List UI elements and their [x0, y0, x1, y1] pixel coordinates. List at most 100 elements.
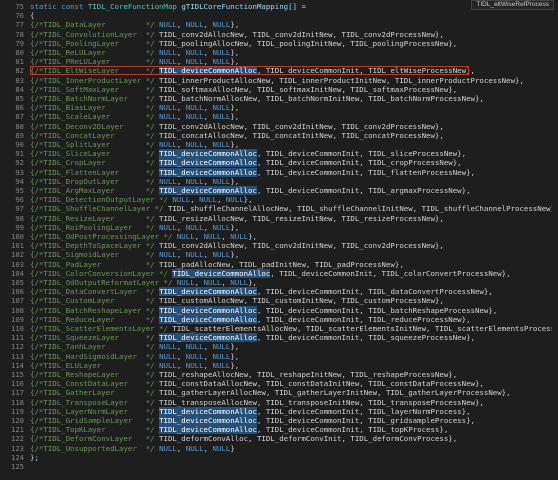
padding: [128, 398, 146, 407]
function-pointers: */ NULL, NULL, NULL},: [145, 360, 240, 370]
function-pointers: */ TIDL_customAllocNew, TIDL_customInitN…: [145, 296, 444, 306]
line-number: 108: [11, 305, 24, 315]
padding: [101, 361, 146, 370]
function-pointers: */ TIDL_conv2dAllocNew, TIDL_conv2dInitN…: [145, 121, 444, 131]
line-number: 90: [15, 140, 24, 149]
function-pointers: */ TIDL_deviceCommonAlloc, TIDL_deviceCo…: [145, 416, 475, 425]
function-pointers: */ NULL, NULL, NULL},: [145, 222, 240, 232]
code-text: {/*TIDL_PadLayer */ TIDL_padAllocNew, TI…: [30, 260, 404, 269]
layer-comment: {/*TIDL_TransposeLayer: [30, 397, 128, 407]
padding: [119, 177, 146, 186]
code-line-layer-entry: 119 {/*TIDL_LayerNormLayer */ TIDL_device…: [0, 406, 558, 416]
code-text: {: [30, 11, 34, 20]
code-editor[interactable]: 75 static const TIDL_CoreFunctionMap gTID…: [0, 0, 558, 480]
code-line-layer-entry: 86 {/*TIDL_BiasLayer */ NULL, NULL, NULL}…: [0, 103, 558, 112]
code-line-layer-entry: 114 {/*TIDL_ELULayer */ NULL, NULL, NULL}…: [0, 361, 558, 370]
padding: [110, 112, 146, 121]
code-text: {/*TIDL_LayerNormLayer */ TIDL_deviceCom…: [30, 406, 471, 416]
function-pointers: */ TIDL_deviceCommonAlloc, TIDL_deviceCo…: [159, 268, 511, 278]
function-pointers: */ TIDL_reshapeAllocNew, TIDL_reshapeIni…: [145, 370, 458, 379]
line-number: 87: [15, 112, 24, 122]
line-number: 78: [15, 29, 24, 39]
padding: [119, 85, 146, 94]
padding: [115, 388, 146, 397]
code-line-layer-entry: 105 {/*TIDL_OdOutputReformatLayer */ NULL…: [0, 278, 558, 287]
code-text: {/*TIDL_DropOutLayer */ NULL, NULL, NULL…: [30, 177, 239, 186]
code-text: {/*TIDL_ReLULayer */ NULL, NULL, NULL},: [30, 48, 239, 57]
code-text: {/*TIDL_GatherLayer */ TIDL_gatherLayerA…: [30, 388, 511, 397]
padding: [119, 370, 146, 379]
vertical-scrollbar[interactable]: [552, 10, 558, 480]
layer-comment: {/*TIDL_DetectionOutputLayer: [30, 195, 155, 205]
padding: [132, 416, 145, 425]
layer-comment: {/*TIDL_BiasLayer: [30, 103, 106, 113]
code-line-layer-entry: 100 {/*TIDL_OdPostProcessingLayer */ NULL…: [0, 232, 558, 241]
code-line-layer-entry: 122 {/*TIDL_DeformConvLayer */ TIDL_defor…: [0, 434, 558, 443]
padding: [115, 214, 146, 223]
function-pointers: */ TIDL_deviceCommonAlloc, TIDL_deviceCo…: [145, 305, 498, 315]
code-line-layer-entry: 104 {/*TIDL_ColorConversionLayer */ TIDL_…: [0, 268, 558, 278]
padding: [132, 223, 145, 232]
layer-comment: {/*TIDL_SplitLayer: [30, 140, 111, 149]
code-text: {/*TIDL_DepthToSpaceLayer */ TIDL_conv2d…: [30, 241, 444, 250]
padding: [110, 140, 146, 149]
line-number: 96: [15, 195, 24, 205]
layer-comment: {/*TIDL_ConvolutionLayer: [30, 29, 137, 39]
padding: [115, 315, 146, 324]
padding: [110, 149, 146, 158]
code-text: {/*TIDL_GridSampleLayer */ TIDL_deviceCo…: [30, 416, 475, 425]
function-pointers: */ TIDL_poolingAllocNew, TIDL_poolingIni…: [145, 38, 458, 48]
layer-comment: {/*TIDL_SqueezeLayer: [30, 333, 119, 343]
code-line-layer-entry: 78 {/*TIDL_ConvolutionLayer */ TIDL_conv2…: [0, 30, 558, 39]
code-text: {/*TIDL_CustomLayer */ TIDL_customAllocN…: [30, 296, 444, 305]
function-pointers: */ TIDL_deviceCommonAlloc, TIDL_deviceCo…: [145, 287, 493, 297]
line-number: 75: [15, 2, 24, 11]
function-pointers: */ TIDL_conv2dAllocNew, TIDL_conv2dInitN…: [145, 29, 444, 39]
function-pointers: */ TIDL_deviceCommonAlloc, TIDL_deviceCo…: [145, 425, 449, 435]
padding: [106, 425, 146, 434]
line-number: 117: [11, 388, 24, 398]
layer-comment: {/*TIDL_HardSigmoidLayer: [30, 351, 137, 361]
line-number: 104: [11, 268, 24, 278]
code-text: {/*TIDL_RoiPoolingLayer */ NULL, NULL, N…: [30, 223, 239, 232]
line-number: 125: [11, 462, 24, 471]
function-pointers: */ TIDL_deformConvAlloc, TIDL_deformConv…: [145, 434, 458, 444]
line-number: 107: [11, 296, 24, 306]
code-text: {/*TIDL_OdOutputReformatLayer */ NULL, N…: [30, 278, 257, 287]
layer-comment: {/*TIDL_GridSampleLayer: [30, 416, 133, 425]
highlighted-word: TIDL_deviceCommonAlloc: [172, 268, 271, 278]
function-pointers: */ TIDL_deviceCommonAlloc, TIDL_deviceCo…: [145, 186, 471, 195]
line-number: 112: [11, 342, 24, 352]
code-text: {/*TIDL_TransposeLayer */ TIDL_transpose…: [30, 398, 484, 407]
close-brace: };: [30, 452, 39, 462]
code-line-layer-entry: 110 {/*TIDL_ScatterElementsLayer */ TIDL_…: [0, 324, 558, 333]
code-line-layer-entry: 96 {/*TIDL_DetectionOutputLayer */ NULL, …: [0, 195, 558, 204]
line-number: 118: [11, 397, 24, 407]
code-line-layer-entry: 94 {/*TIDL_DropOutLayer */ NULL, NULL, NU…: [0, 177, 558, 186]
code-text: {/*TIDL_DetectionOutputLayer */ NULL, NU…: [30, 195, 253, 204]
code-line-open-brace: 76 {: [0, 11, 558, 20]
layer-comment: {/*TIDL_SoftMaxLayer: [30, 84, 119, 94]
code-text: {/*TIDL_CropLayer */ TIDL_deviceCommonAl…: [30, 158, 462, 168]
padding: [137, 352, 146, 361]
line-number: 98: [15, 213, 24, 223]
code-line-layer-entry: 87 {/*TIDL_ScaleLayer */ NULL, NULL, NULL…: [0, 112, 558, 121]
code-text: {/*TIDL_DataConvertLayer */ TIDL_deviceC…: [30, 287, 493, 297]
code-text: {/*TIDL_TanhLayer */ NULL, NULL, NULL},: [30, 342, 239, 351]
code-line-layer-entry: 79 {/*TIDL_PoolingLayer */ TIDL_poolingAl…: [0, 39, 558, 48]
line-number: 86: [15, 103, 24, 113]
code-text: {/*TIDL_ReduceLayer */ TIDL_deviceCommon…: [30, 314, 471, 324]
code-text: {/*TIDL_ConcatLayer */ TIDL_concatAllocN…: [30, 131, 444, 140]
line-number: 83: [15, 75, 24, 85]
line-number: 121: [11, 425, 24, 435]
function-pointers: */ TIDL_shuffleChannelAllocNew, TIDL_shu…: [154, 204, 558, 214]
line-number: 94: [15, 176, 24, 186]
line-number: 116: [11, 379, 24, 389]
line-number: 123: [11, 443, 24, 453]
function-pointers: */ NULL, NULL, NULL},: [145, 176, 240, 186]
code-line-layer-entry: 107 {/*TIDL_CustomLayer */ TIDL_customAll…: [0, 296, 558, 305]
layer-comment: {/*TIDL_ReshapeLayer: [30, 370, 119, 379]
function-pointers: */ NULL, NULL, NULL},: [145, 140, 240, 149]
code-text: {/*TIDL_ScatterElementsLayer */ TIDL_sca…: [30, 324, 558, 333]
code-line-layer-entry: 123 {/*TIDL_UnsupportedLayer */ NULL, NUL…: [0, 444, 558, 453]
